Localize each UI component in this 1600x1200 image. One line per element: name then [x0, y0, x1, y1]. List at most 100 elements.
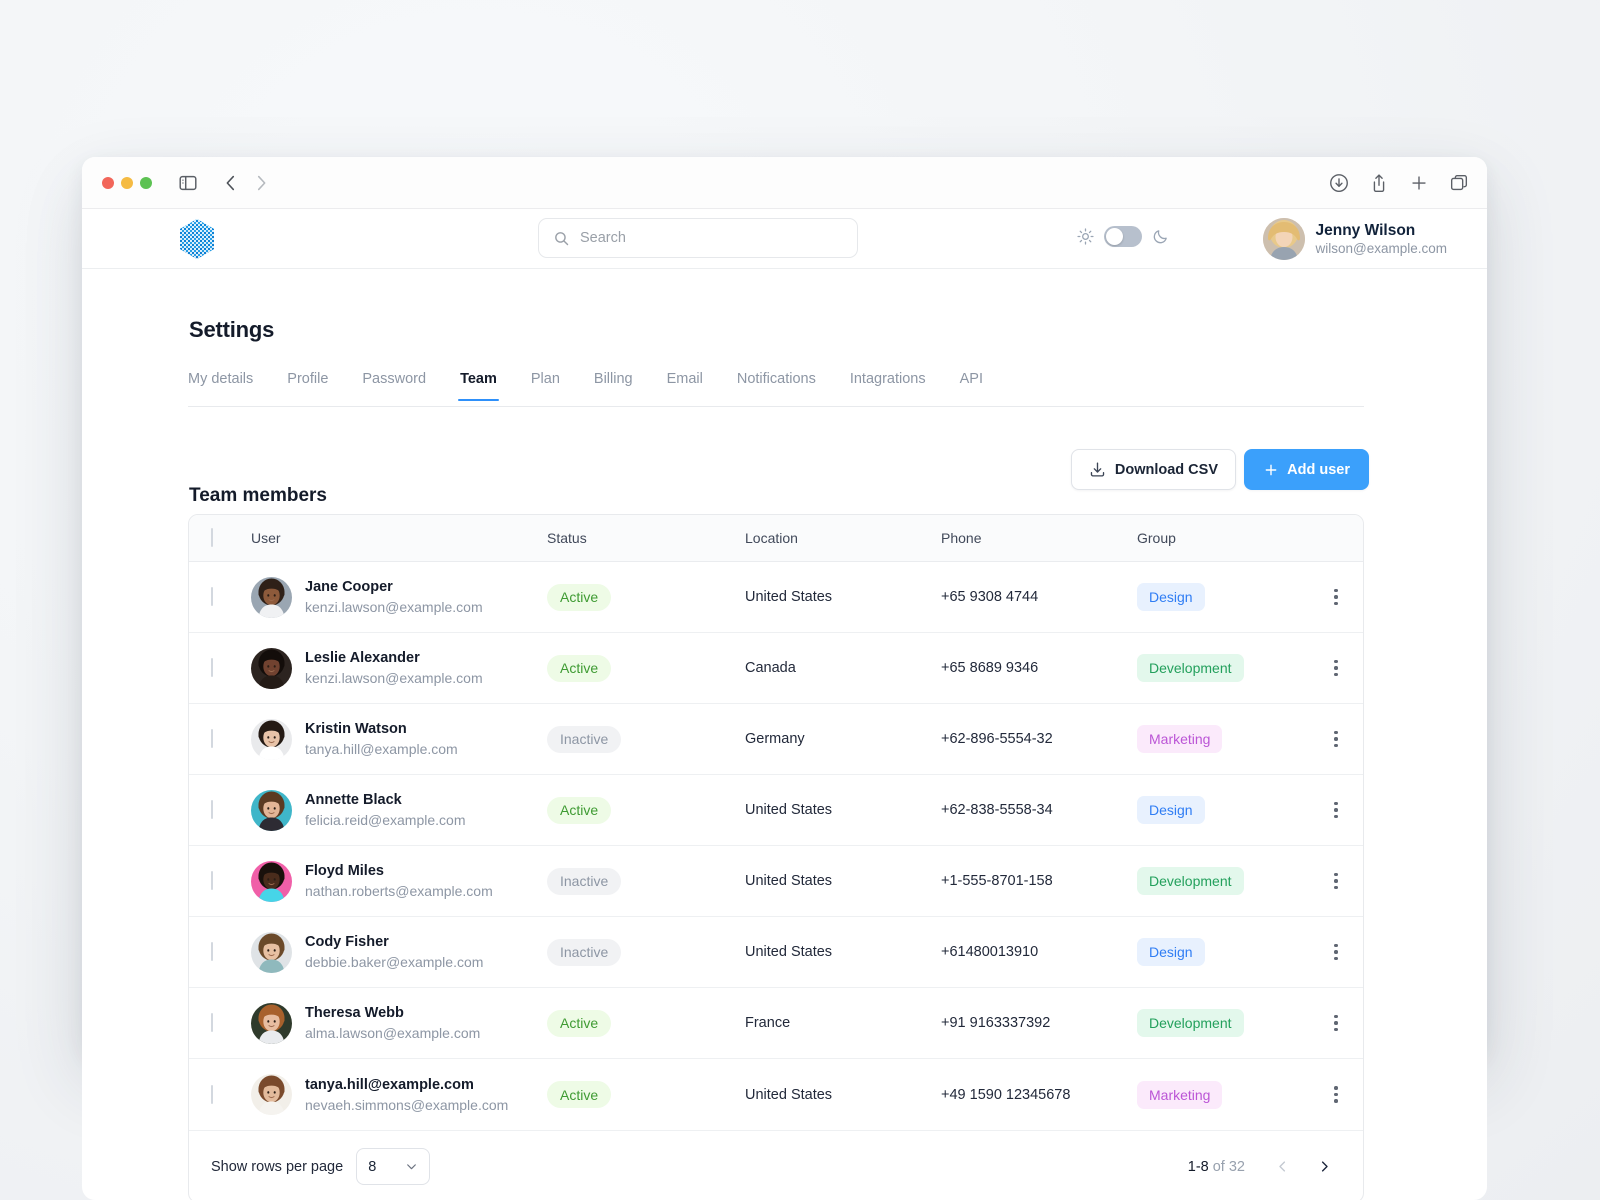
user-email: alma.lawson@example.com: [305, 1025, 481, 1041]
column-header-group[interactable]: Group: [1137, 530, 1307, 546]
table-row[interactable]: Annette Black felicia.reid@example.com A…: [189, 775, 1363, 846]
row-select-cell: [189, 871, 251, 890]
select-all-checkbox[interactable]: [211, 528, 213, 547]
sidebar-icon[interactable]: [177, 172, 199, 194]
user-name: Cody Fisher: [305, 934, 389, 950]
column-header-location[interactable]: Location: [745, 530, 941, 546]
row-actions-cell: [1307, 725, 1363, 754]
tab-notifications[interactable]: Notifications: [720, 371, 833, 400]
tab-plan[interactable]: Plan: [514, 371, 577, 400]
user-email: debbie.baker@example.com: [305, 954, 484, 970]
tabs-icon[interactable]: [1448, 172, 1470, 194]
brand-logo-icon[interactable]: [178, 218, 216, 260]
tab-password[interactable]: Password: [345, 371, 443, 400]
tab-billing[interactable]: Billing: [577, 371, 650, 400]
user-cell: Jane Cooper kenzi.lawson@example.com: [251, 576, 547, 618]
user-email: kenzi.lawson@example.com: [305, 599, 483, 615]
group-badge: Development: [1137, 867, 1244, 895]
theme-switcher[interactable]: [1077, 226, 1169, 247]
page-range-total: of 32: [1208, 1158, 1245, 1175]
row-checkbox[interactable]: [211, 942, 213, 961]
column-header-phone[interactable]: Phone: [941, 530, 1137, 546]
row-checkbox[interactable]: [211, 800, 213, 819]
more-options-icon[interactable]: [1328, 1009, 1344, 1038]
add-user-label: Add user: [1287, 461, 1350, 478]
table-pagination: Show rows per page 8 1-8 of 32: [189, 1130, 1363, 1200]
download-icon[interactable]: [1328, 172, 1350, 194]
page-range-info: 1-8 of 32: [1188, 1159, 1245, 1175]
more-options-icon[interactable]: [1328, 867, 1344, 896]
group-cell: Development: [1137, 867, 1307, 895]
row-actions-cell: [1307, 654, 1363, 683]
row-checkbox[interactable]: [211, 1084, 213, 1104]
theme-toggle[interactable]: [1104, 226, 1142, 247]
phone-cell: +65 9308 4744: [941, 589, 1039, 605]
group-badge: Marketing: [1137, 1080, 1223, 1109]
chevron-left-icon[interactable]: [1265, 1150, 1299, 1184]
search-box[interactable]: [538, 218, 858, 258]
row-checkbox[interactable]: [211, 1013, 213, 1032]
avatar: [251, 860, 292, 902]
window-maximize-button[interactable]: [140, 177, 152, 189]
rows-per-page-select[interactable]: 8: [356, 1148, 431, 1185]
tab-api[interactable]: API: [943, 371, 1000, 400]
row-actions-cell: [1307, 1009, 1363, 1038]
table-row[interactable]: Cody Fisher debbie.baker@example.com Ina…: [189, 917, 1363, 988]
search-input[interactable]: [580, 230, 843, 246]
more-options-icon[interactable]: [1328, 654, 1344, 683]
avatar: [251, 718, 292, 760]
table-row[interactable]: Floyd Miles nathan.roberts@example.com I…: [189, 846, 1363, 917]
status-badge: Active: [547, 583, 612, 611]
phone-cell: +61480013910: [941, 944, 1039, 960]
status-cell: Inactive: [547, 867, 745, 895]
more-options-icon[interactable]: [1328, 938, 1344, 967]
user-email: nevaeh.simmons@example.com: [305, 1096, 509, 1113]
share-icon[interactable]: [1368, 172, 1390, 194]
row-checkbox[interactable]: [211, 658, 213, 677]
group-badge: Development: [1137, 1009, 1244, 1037]
plus-icon: [1263, 462, 1279, 478]
window-close-button[interactable]: [102, 177, 114, 189]
table-row[interactable]: tanya.hill@example.com nevaeh.simmons@ex…: [189, 1059, 1363, 1130]
more-options-icon[interactable]: [1328, 583, 1344, 612]
moon-icon[interactable]: [1152, 228, 1169, 245]
table-row[interactable]: Theresa Webb alma.lawson@example.com Act…: [189, 988, 1363, 1059]
user-profile-chip[interactable]: Jenny Wilson wilson@example.com: [1262, 218, 1447, 260]
user-name: Jane Cooper: [305, 579, 393, 595]
avatar: [251, 931, 292, 973]
avatar: [251, 1074, 292, 1115]
download-csv-button[interactable]: Download CSV: [1070, 449, 1236, 490]
user-name: Annette Black: [305, 792, 402, 808]
plus-icon[interactable]: [1408, 172, 1430, 194]
sun-icon[interactable]: [1077, 228, 1094, 245]
status-cell: Active: [547, 796, 745, 824]
back-icon[interactable]: [220, 172, 242, 194]
window-minimize-button[interactable]: [121, 177, 133, 189]
location-cell: France: [745, 1015, 791, 1031]
user-cell: Leslie Alexander kenzi.lawson@example.co…: [251, 647, 547, 689]
group-badge: Marketing: [1137, 725, 1223, 753]
column-header-user[interactable]: User: [251, 530, 547, 546]
chevron-right-icon[interactable]: [1307, 1150, 1341, 1184]
tab-team[interactable]: Team: [443, 371, 514, 401]
phone-cell: +1-555-8701-158: [941, 873, 1053, 889]
forward-icon[interactable]: [250, 172, 272, 194]
row-checkbox[interactable]: [211, 729, 213, 748]
tab-intagrations[interactable]: Intagrations: [833, 371, 943, 400]
row-checkbox[interactable]: [211, 587, 213, 606]
more-options-icon[interactable]: [1328, 796, 1344, 825]
column-header-status[interactable]: Status: [547, 530, 745, 546]
page-range-current: 1-8: [1187, 1158, 1209, 1175]
table-row[interactable]: Kristin Watson tanya.hill@example.com In…: [189, 704, 1363, 775]
more-options-icon[interactable]: [1328, 725, 1344, 754]
table-row[interactable]: Leslie Alexander kenzi.lawson@example.co…: [189, 633, 1363, 704]
row-checkbox[interactable]: [211, 871, 213, 890]
more-options-icon[interactable]: [1328, 1080, 1344, 1109]
add-user-button[interactable]: Add user: [1244, 449, 1369, 490]
tab-email[interactable]: Email: [650, 371, 720, 400]
table-row[interactable]: Jane Cooper kenzi.lawson@example.com Act…: [189, 562, 1363, 633]
tab-profile[interactable]: Profile: [270, 371, 345, 400]
group-cell: Marketing: [1137, 1080, 1307, 1109]
status-badge: Active: [547, 1009, 612, 1037]
tab-my-details[interactable]: My details: [188, 371, 270, 400]
